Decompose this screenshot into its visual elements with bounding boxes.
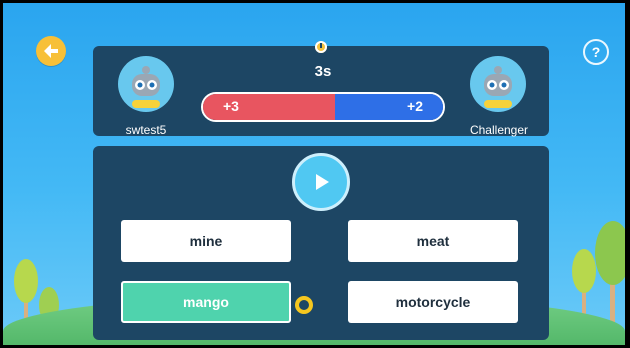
pending-ring-icon (295, 296, 313, 314)
player-score: +3 (223, 98, 239, 114)
option-button-mine[interactable]: mine (121, 220, 291, 262)
timer-icon (315, 41, 327, 53)
opponent-name: Challenger (469, 123, 529, 137)
help-button[interactable]: ? (583, 39, 609, 65)
play-audio-button[interactable] (292, 153, 350, 211)
option-button-meat[interactable]: meat (348, 220, 518, 262)
player-name: swtest5 (125, 123, 167, 137)
opponent-score: +2 (407, 98, 423, 114)
option-button-mango[interactable]: mango (121, 281, 291, 323)
player-score-fill: +3 (203, 94, 335, 120)
back-button[interactable] (36, 36, 66, 66)
question-icon: ? (591, 44, 601, 60)
robot-icon (484, 66, 512, 108)
timer-value: 3s (314, 63, 332, 80)
score-bar: +3 +2 (201, 92, 445, 122)
opponent-score-fill: +2 (335, 94, 443, 120)
game-screen: ? 3s swtest5 Challenger +3 +2 mine meat … (3, 3, 625, 345)
player-avatar (118, 56, 174, 112)
option-button-motorcycle[interactable]: motorcycle (348, 281, 518, 323)
opponent-avatar (470, 56, 526, 112)
back-arrow-icon (44, 44, 58, 58)
robot-icon (132, 66, 160, 108)
play-icon (316, 174, 329, 190)
